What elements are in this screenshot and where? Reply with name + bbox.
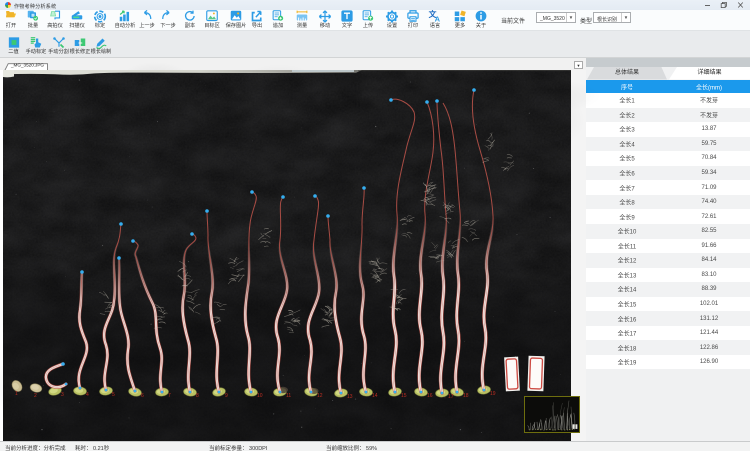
svg-text:18: 18 — [463, 393, 469, 399]
svg-text:8: 8 — [196, 393, 199, 399]
svg-text:4: 4 — [86, 392, 89, 398]
svg-text:7: 7 — [168, 393, 171, 399]
svg-text:12: 12 — [317, 393, 323, 399]
svg-text:19: 19 — [490, 391, 496, 397]
svg-text:10: 10 — [257, 393, 263, 399]
svg-text:1: 1 — [15, 391, 18, 397]
svg-text:13: 13 — [347, 394, 353, 400]
svg-text:17: 17 — [448, 394, 454, 400]
svg-text:9: 9 — [225, 393, 228, 399]
svg-text:11: 11 — [286, 393, 291, 399]
svg-text:6: 6 — [141, 393, 144, 399]
svg-text:3: 3 — [61, 392, 64, 398]
svg-text:15: 15 — [401, 393, 407, 399]
svg-text:14: 14 — [372, 393, 378, 399]
svg-text:2: 2 — [34, 393, 37, 399]
svg-text:5: 5 — [112, 392, 115, 398]
svg-text:16: 16 — [427, 393, 433, 399]
